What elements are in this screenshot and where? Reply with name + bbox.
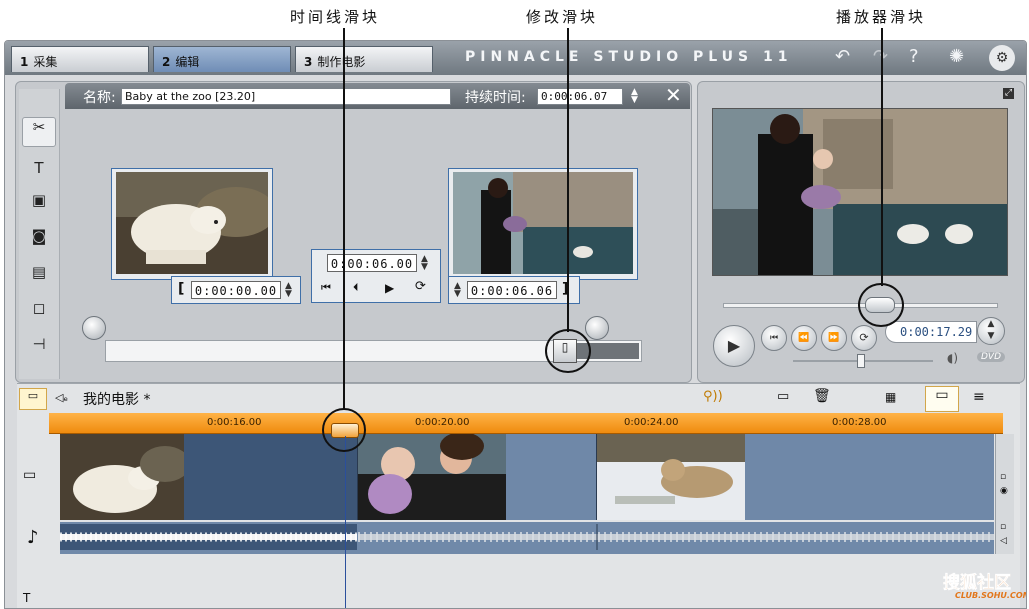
- clip-name-input[interactable]: Baby at the zoo [23.20]: [121, 88, 451, 105]
- callout-line-player: [881, 28, 883, 286]
- player-timecode[interactable]: 0:00:17.29: [885, 321, 977, 343]
- frame-icon[interactable]: ◻: [27, 299, 51, 321]
- watermark-logo: 搜狐社区: [943, 573, 1012, 594]
- photo-icon[interactable]: ▣: [27, 191, 51, 213]
- dvd-icon[interactable]: DVD: [977, 352, 1006, 362]
- undo-icon[interactable]: ↶: [835, 48, 850, 66]
- player-rewind-button[interactable]: ⏪: [791, 325, 817, 351]
- duration-input[interactable]: 0:00:06.07: [537, 88, 623, 105]
- step-back-icon[interactable]: ⏴: [353, 281, 359, 295]
- annotation-player-scrubber: 播放器滑块: [836, 8, 927, 26]
- fullscreen-icon[interactable]: ⤢: [1003, 88, 1014, 99]
- callout-line-trim: [567, 28, 569, 332]
- mark-out-timecode[interactable]: 0:00:06.06: [467, 281, 557, 299]
- ruler-tick: 0:00:16.00: [207, 417, 262, 428]
- title-icon[interactable]: T: [27, 159, 51, 181]
- player-screen: [712, 108, 1008, 276]
- player-go-start-button[interactable]: ⏮: [761, 325, 787, 351]
- toolbox-column: ✂ T ▣ ◙ ▤ ◻ ⊣: [19, 89, 60, 379]
- polar-bear-clip[interactable]: [60, 434, 358, 520]
- callout-circle-timeline: [322, 408, 366, 452]
- current-timecode[interactable]: 0:00:06.00: [327, 254, 417, 272]
- speaker-icon[interactable]: ◖): [947, 351, 958, 365]
- mother-baby-clip[interactable]: [358, 434, 597, 520]
- callout-line-timeline: [343, 28, 345, 410]
- clapper-icon[interactable]: ▤: [27, 263, 51, 285]
- go-start-icon[interactable]: ⏮: [321, 281, 331, 295]
- player-timecode-stepper[interactable]: ▲ ▼: [977, 317, 1005, 345]
- annotation-timeline-scrubber: 时间线滑块: [290, 8, 381, 26]
- player-forward-button[interactable]: ⏩: [821, 325, 847, 351]
- text-view-icon[interactable]: ≡: [973, 389, 985, 405]
- storyboard-view-icon[interactable]: ▦: [885, 390, 896, 404]
- setup-icon[interactable]: ⚙: [989, 45, 1015, 71]
- current-stepper[interactable]: ▲ ▼: [421, 255, 428, 272]
- audio-mute-icon[interactable]: ◁ₑ: [55, 391, 68, 404]
- clip-properties-header: 名称: Baby at the zoo [23.20] 持续时间: 0:00:0…: [65, 83, 690, 109]
- player-loop-button[interactable]: ⟳: [851, 325, 877, 351]
- tab-edit[interactable]: 2 编辑: [153, 46, 291, 72]
- mark-in-stepper[interactable]: ▲ ▼: [285, 282, 292, 299]
- video-track: [60, 434, 994, 520]
- video-track-icon: ▭: [23, 467, 37, 483]
- mark-out-stepper[interactable]: ▲ ▼: [454, 282, 461, 299]
- plug-icon[interactable]: ⊣: [27, 335, 51, 357]
- tip-bulb-icon[interactable]: ✺: [949, 48, 964, 66]
- mark-in-timecode[interactable]: 0:00:00.00: [191, 281, 281, 299]
- ruler-tick: 0:00:24.00: [624, 417, 679, 428]
- mark-out-thumbnail: [453, 172, 633, 274]
- duration-stepper[interactable]: ▲ ▼: [631, 88, 638, 105]
- audio-track-icon: ♪: [27, 527, 39, 548]
- timeline-view-icon[interactable]: ▭: [19, 388, 47, 410]
- duration-label: 持续时间:: [465, 90, 526, 106]
- name-label: 名称:: [83, 90, 116, 106]
- eye-icon[interactable]: ◉: [1000, 486, 1008, 496]
- track-lock-column: ▫ ◉ ▫ ◁: [995, 434, 1014, 554]
- audio-waveform: [358, 524, 994, 550]
- tab-capture[interactable]: 1 采集: [11, 46, 149, 72]
- callout-circle-trim: [545, 329, 591, 373]
- loop-icon[interactable]: ⟳: [415, 279, 426, 294]
- close-icon[interactable]: ✕: [665, 83, 682, 107]
- brand-logo: PINNACLE STUDIO PLUS 11: [465, 49, 793, 65]
- help-icon[interactable]: ?: [909, 48, 919, 66]
- timeline-view-button[interactable]: ▭: [925, 386, 959, 412]
- audio-waveform: [60, 524, 357, 550]
- title-track-icon: T: [23, 591, 31, 605]
- ruler-tick: 0:00:28.00: [832, 417, 887, 428]
- timeline-playhead-line: [345, 436, 346, 608]
- mark-in-thumbnail: [116, 172, 268, 274]
- mark-in-bracket-icon: [: [178, 281, 185, 297]
- play-icon[interactable]: ▶: [385, 281, 394, 295]
- trash-icon[interactable]: 🗑: [813, 388, 831, 404]
- tab-make-movie[interactable]: 3 制作电影: [295, 46, 433, 72]
- mode-tab-bar: 1 采集 2 编辑 3 制作电影 PINNACLE STUDIO PLUS 11 ↶ …: [5, 41, 1026, 75]
- callout-circle-player: [858, 283, 904, 327]
- lock-icon[interactable]: ▫: [1000, 472, 1006, 482]
- video-toolbox-icon[interactable]: ✂: [22, 117, 56, 147]
- lock-icon[interactable]: ▫: [1000, 522, 1006, 532]
- speaker-icon[interactable]: ◁: [1000, 536, 1007, 546]
- annotation-trim-scrubber: 修改滑块: [526, 8, 599, 26]
- trim-out-handle[interactable]: [585, 316, 609, 340]
- trim-in-handle[interactable]: [82, 316, 106, 340]
- timeline-ruler[interactable]: 0:00:16.00 0:00:20.00 0:00:24.00 0:00:28…: [49, 413, 1003, 434]
- audio-track: [60, 522, 994, 554]
- ruler-tick: 0:00:20.00: [415, 417, 470, 428]
- lioness-clip[interactable]: [597, 434, 994, 520]
- camera-icon[interactable]: ◙: [27, 227, 51, 249]
- razor-icon[interactable]: ▭: [777, 389, 789, 404]
- player-play-button[interactable]: ▶: [713, 325, 755, 367]
- watermark-sub: CLUB.SOHU.COM: [955, 591, 1027, 600]
- project-title: 我的电影 *: [83, 392, 151, 408]
- audio-scrub-icon[interactable]: ⚲)): [703, 389, 723, 404]
- volume-slider[interactable]: [857, 354, 866, 368]
